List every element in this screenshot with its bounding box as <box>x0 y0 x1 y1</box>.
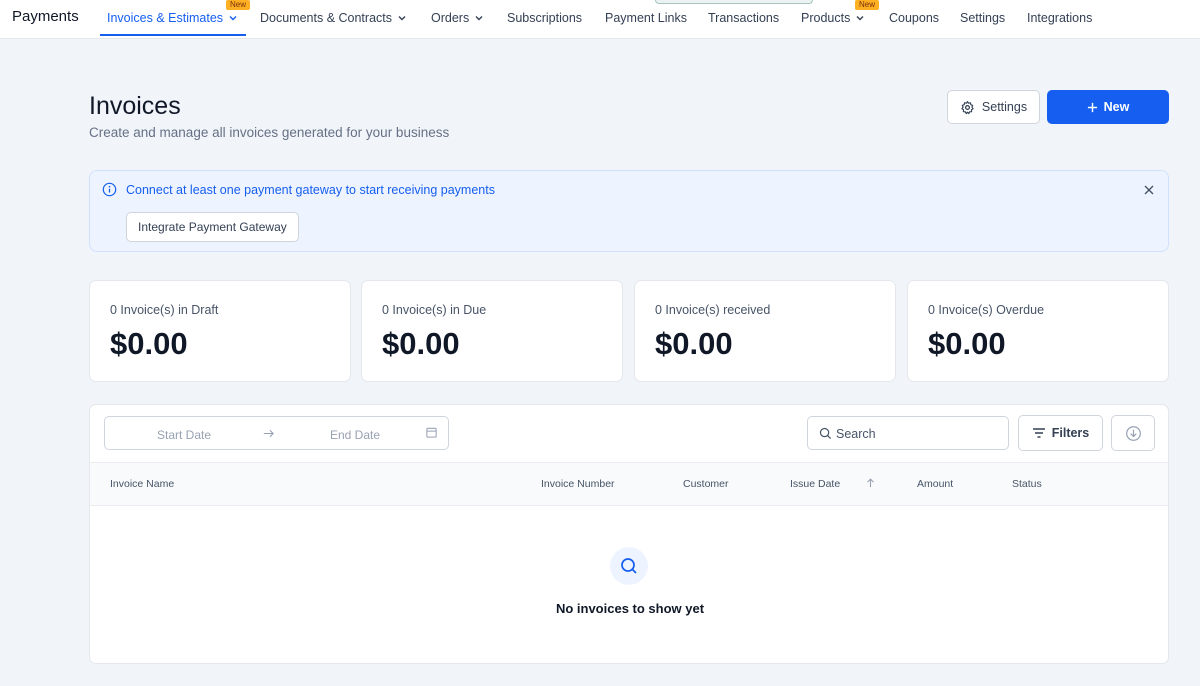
stat-card-received: 0 Invoice(s) received $0.00 <box>634 280 896 382</box>
settings-label: Settings <box>981 100 1028 114</box>
column-header-customer[interactable]: Customer <box>683 478 729 490</box>
page-title: Invoices <box>89 92 181 120</box>
settings-button[interactable]: Settings <box>947 90 1040 124</box>
page-subtitle: Create and manage all invoices generated… <box>89 125 450 140</box>
nav-transactions[interactable]: Transactions <box>708 11 779 25</box>
new-invoice-button[interactable]: New <box>1047 90 1169 124</box>
stat-card-overdue: 0 Invoice(s) Overdue $0.00 <box>907 280 1169 382</box>
search-box[interactable] <box>807 416 1009 450</box>
date-range-picker[interactable]: Start Date End Date <box>104 416 449 450</box>
table-header: Invoice Name Invoice Number Customer Iss… <box>90 462 1168 506</box>
alert-message: Connect at least one payment gateway to … <box>126 183 495 197</box>
nav-label: Documents & Contracts <box>260 11 392 25</box>
download-circle-icon <box>1125 425 1141 441</box>
top-edge-strip <box>655 0 813 4</box>
nav-label: Subscriptions <box>507 11 583 25</box>
plus-icon <box>1087 102 1097 112</box>
nav-coupons[interactable]: Coupons <box>889 11 939 25</box>
nav-subscriptions[interactable]: Subscriptions <box>507 11 582 25</box>
stat-label: 0 Invoice(s) received <box>655 303 771 317</box>
nav-products[interactable]: Products <box>801 11 866 25</box>
nav-orders[interactable]: Orders <box>431 11 485 25</box>
filters-button[interactable]: Filters <box>1018 415 1103 451</box>
new-badge: New <box>855 0 880 10</box>
stat-card-draft: 0 Invoice(s) in Draft $0.00 <box>89 280 351 382</box>
nav-integrations[interactable]: Integrations <box>1027 11 1092 25</box>
column-header-amount[interactable]: Amount <box>917 478 953 490</box>
stat-value: $0.00 <box>382 326 460 361</box>
filter-lines-icon <box>1032 428 1045 438</box>
stat-label: 0 Invoice(s) in Due <box>382 303 487 317</box>
calendar-icon <box>426 427 437 438</box>
empty-state-message: No invoices to show yet <box>555 601 705 616</box>
integrate-payment-gateway-button[interactable]: Integrate Payment Gateway <box>126 212 299 242</box>
close-icon[interactable] <box>1142 183 1156 197</box>
nav-label: Coupons <box>889 11 940 25</box>
new-label: New <box>1103 100 1130 114</box>
stat-value: $0.00 <box>655 326 733 361</box>
chevron-down-icon <box>856 16 864 21</box>
nav-payment-links[interactable]: Payment Links <box>605 11 687 25</box>
search-icon <box>819 427 832 440</box>
chevron-down-icon <box>229 16 237 21</box>
search-icon <box>621 558 637 574</box>
stat-value: $0.00 <box>110 326 188 361</box>
app-title: Payments <box>12 8 79 25</box>
column-header-issue-date[interactable]: Issue Date <box>790 478 840 490</box>
sort-arrow-up-icon[interactable] <box>865 477 876 489</box>
nav-label: Integrations <box>1027 11 1093 25</box>
top-nav: Payments Invoices & Estimates New Docume… <box>0 0 1200 39</box>
nav-label: Products <box>801 11 851 25</box>
chevron-down-icon <box>475 16 483 21</box>
column-header-status[interactable]: Status <box>1012 478 1042 490</box>
start-date-placeholder[interactable]: Start Date <box>157 428 211 442</box>
filters-label: Filters <box>1051 426 1090 440</box>
empty-state-badge <box>610 547 648 585</box>
stat-label: 0 Invoice(s) in Draft <box>110 303 219 317</box>
nav-invoices-estimates[interactable]: Invoices & Estimates <box>107 11 239 25</box>
nav-label: Transactions <box>708 11 780 25</box>
nav-documents-contracts[interactable]: Documents & Contracts <box>260 11 408 25</box>
stat-card-due: 0 Invoice(s) in Due $0.00 <box>361 280 623 382</box>
invoices-table-panel: Start Date End Date Filters Invoice Name… <box>89 404 1169 664</box>
info-icon <box>102 182 117 197</box>
nav-label: Invoices & Estimates <box>107 11 224 25</box>
download-button[interactable] <box>1111 415 1155 451</box>
new-badge: New <box>226 0 251 10</box>
nav-settings[interactable]: Settings <box>960 11 1005 25</box>
search-input[interactable] <box>836 425 996 443</box>
active-tab-underline <box>100 34 246 36</box>
arrow-right-icon <box>263 429 274 438</box>
nav-label: Payment Links <box>605 11 687 25</box>
stat-value: $0.00 <box>928 326 1006 361</box>
end-date-placeholder[interactable]: End Date <box>330 428 380 442</box>
nav-label: Orders <box>431 11 470 25</box>
column-header-invoice-name[interactable]: Invoice Name <box>110 478 174 490</box>
payment-gateway-alert: Connect at least one payment gateway to … <box>89 170 1169 252</box>
chevron-down-icon <box>398 16 406 21</box>
nav-label: Settings <box>960 11 1006 25</box>
gear-icon <box>961 100 974 114</box>
column-header-invoice-number[interactable]: Invoice Number <box>541 478 615 490</box>
stat-label: 0 Invoice(s) Overdue <box>928 303 1045 317</box>
